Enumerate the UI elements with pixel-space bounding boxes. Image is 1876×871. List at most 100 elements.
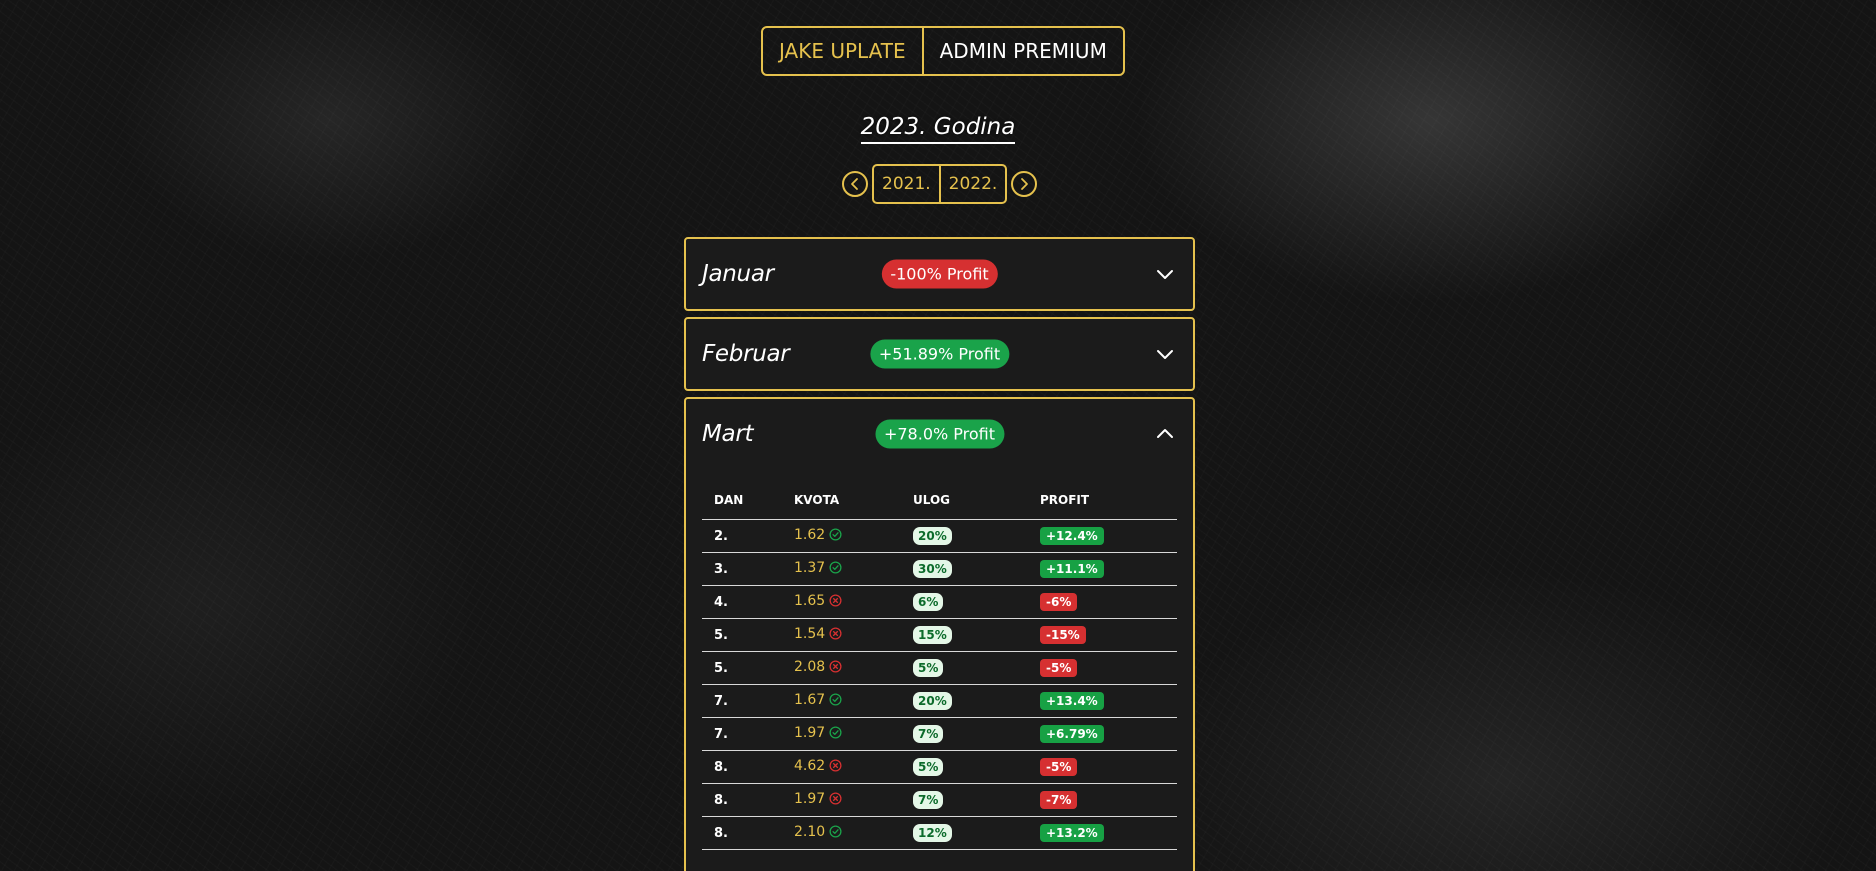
table-row: 3. 1.37 30% +11.1% xyxy=(702,552,1177,586)
cell-ulog: 20% xyxy=(901,519,1028,553)
cell-kvota: 1.54 xyxy=(782,618,901,652)
table-row: 7. 1.67 20% +13.4% xyxy=(702,684,1177,718)
month-profit-badge: +51.89% Profit xyxy=(869,339,1010,369)
profit-badge: +13.2% xyxy=(1040,823,1104,842)
cell-profit: -7% xyxy=(1028,783,1177,817)
ulog-badge: 20% xyxy=(913,526,952,545)
cell-dan: 8. xyxy=(702,783,782,817)
cell-kvota: 1.97 xyxy=(782,717,901,751)
kvota-value: 1.97 xyxy=(794,725,826,741)
month-accordion-mart: Mart +78.0% Profit DAN KVOTA ULOG PROFIT… xyxy=(684,397,1195,871)
month-header[interactable]: Mart +78.0% Profit xyxy=(686,399,1193,469)
dan-value: 3. xyxy=(714,561,728,577)
cell-kvota: 4.62 xyxy=(782,750,901,784)
chevron-down-icon[interactable] xyxy=(1155,264,1175,284)
cell-dan: 8. xyxy=(702,750,782,784)
cell-kvota: 1.97 xyxy=(782,783,901,817)
profit-badge: -15% xyxy=(1040,625,1086,644)
x-circle-icon xyxy=(829,660,842,677)
dan-value: 8. xyxy=(714,792,728,808)
dan-value: 8. xyxy=(714,759,728,775)
kvota-value: 1.97 xyxy=(794,791,826,807)
table-row: 8. 1.97 7% -7% xyxy=(702,783,1177,817)
cell-kvota: 1.62 xyxy=(782,519,901,553)
cell-profit: +12.4% xyxy=(1028,519,1177,553)
x-circle-icon xyxy=(829,594,842,611)
cell-ulog: 7% xyxy=(901,717,1028,751)
cell-dan: 5. xyxy=(702,651,782,685)
year-button-2022[interactable]: 2022. xyxy=(938,166,1006,202)
ulog-badge: 30% xyxy=(913,559,952,578)
cell-dan: 8. xyxy=(702,816,782,850)
cell-profit: -5% xyxy=(1028,651,1177,685)
check-circle-icon xyxy=(829,693,842,710)
table-row: 8. 2.10 12% +13.2% xyxy=(702,816,1177,850)
profit-badge: +12.4% xyxy=(1040,526,1104,545)
tab-admin-premium[interactable]: ADMIN PREMIUM xyxy=(924,28,1123,74)
column-header-kvota: KVOTA xyxy=(782,481,901,520)
profit-badge: -7% xyxy=(1040,790,1078,809)
cell-kvota: 1.65 xyxy=(782,585,901,619)
cell-kvota: 1.37 xyxy=(782,552,901,586)
tab-jake-uplate[interactable]: JAKE UPLATE xyxy=(763,28,924,74)
month-header[interactable]: Februar +51.89% Profit xyxy=(686,319,1193,389)
month-profit-badge: +78.0% Profit xyxy=(874,419,1005,449)
cell-ulog: 5% xyxy=(901,651,1028,685)
year-title-container: 2023. Godina xyxy=(0,114,1876,144)
cell-dan: 7. xyxy=(702,717,782,751)
cell-dan: 7. xyxy=(702,684,782,718)
profit-badge: +11.1% xyxy=(1040,559,1104,578)
profit-badge: -6% xyxy=(1040,592,1078,611)
cell-kvota: 1.67 xyxy=(782,684,901,718)
column-header-ulog: ULOG xyxy=(901,481,1028,520)
year-selector: 2021. 2022. xyxy=(872,164,1008,204)
year-navigation: 2021. 2022. xyxy=(842,164,1038,204)
dan-value: 2. xyxy=(714,528,728,544)
chevron-up-icon[interactable] xyxy=(1155,424,1175,444)
cell-ulog: 6% xyxy=(901,585,1028,619)
ulog-badge: 7% xyxy=(913,790,944,809)
dan-value: 8. xyxy=(714,825,728,841)
table-row: 2. 1.62 20% +12.4% xyxy=(702,519,1177,553)
month-accordion-januar: Januar -100% Profit xyxy=(684,237,1195,311)
chevron-right-icon[interactable] xyxy=(1011,171,1038,197)
top-tabs: JAKE UPLATE ADMIN PREMIUM xyxy=(761,26,1125,76)
kvota-value: 1.62 xyxy=(794,527,826,543)
ulog-badge: 5% xyxy=(913,658,944,677)
chevron-left-icon[interactable] xyxy=(842,171,868,197)
table-row: 5. 2.08 5% -5% xyxy=(702,651,1177,685)
kvota-value: 1.67 xyxy=(794,692,826,708)
cell-ulog: 15% xyxy=(901,618,1028,652)
profit-badge: -5% xyxy=(1040,757,1078,776)
dan-value: 4. xyxy=(714,594,728,610)
table-row: 8. 4.62 5% -5% xyxy=(702,750,1177,784)
x-circle-icon xyxy=(829,792,842,809)
check-circle-icon xyxy=(829,825,842,842)
check-circle-icon xyxy=(829,528,842,545)
table-row: 4. 1.65 6% -6% xyxy=(702,585,1177,619)
kvota-value: 1.65 xyxy=(794,593,826,609)
year-button-2021[interactable]: 2021. xyxy=(874,166,939,202)
profit-badge: -5% xyxy=(1040,658,1078,677)
kvota-value: 2.08 xyxy=(794,659,826,675)
kvota-value: 2.10 xyxy=(794,824,826,840)
ulog-badge: 15% xyxy=(913,625,952,644)
cell-ulog: 30% xyxy=(901,552,1028,586)
dan-value: 5. xyxy=(714,627,728,643)
cell-dan: 3. xyxy=(702,552,782,586)
check-circle-icon xyxy=(829,561,842,578)
dan-value: 7. xyxy=(714,693,728,709)
ulog-badge: 6% xyxy=(913,592,944,611)
month-header[interactable]: Januar -100% Profit xyxy=(686,239,1193,309)
cell-ulog: 12% xyxy=(901,816,1028,850)
ulog-badge: 12% xyxy=(913,823,952,842)
cell-profit: +13.4% xyxy=(1028,684,1177,718)
cell-profit: -6% xyxy=(1028,585,1177,619)
year-title: 2023. Godina xyxy=(860,114,1016,144)
cell-kvota: 2.08 xyxy=(782,651,901,685)
chevron-down-icon[interactable] xyxy=(1155,344,1175,364)
month-name: Februar xyxy=(702,341,790,367)
cell-dan: 4. xyxy=(702,585,782,619)
check-circle-icon xyxy=(829,726,842,743)
dan-value: 5. xyxy=(714,660,728,676)
